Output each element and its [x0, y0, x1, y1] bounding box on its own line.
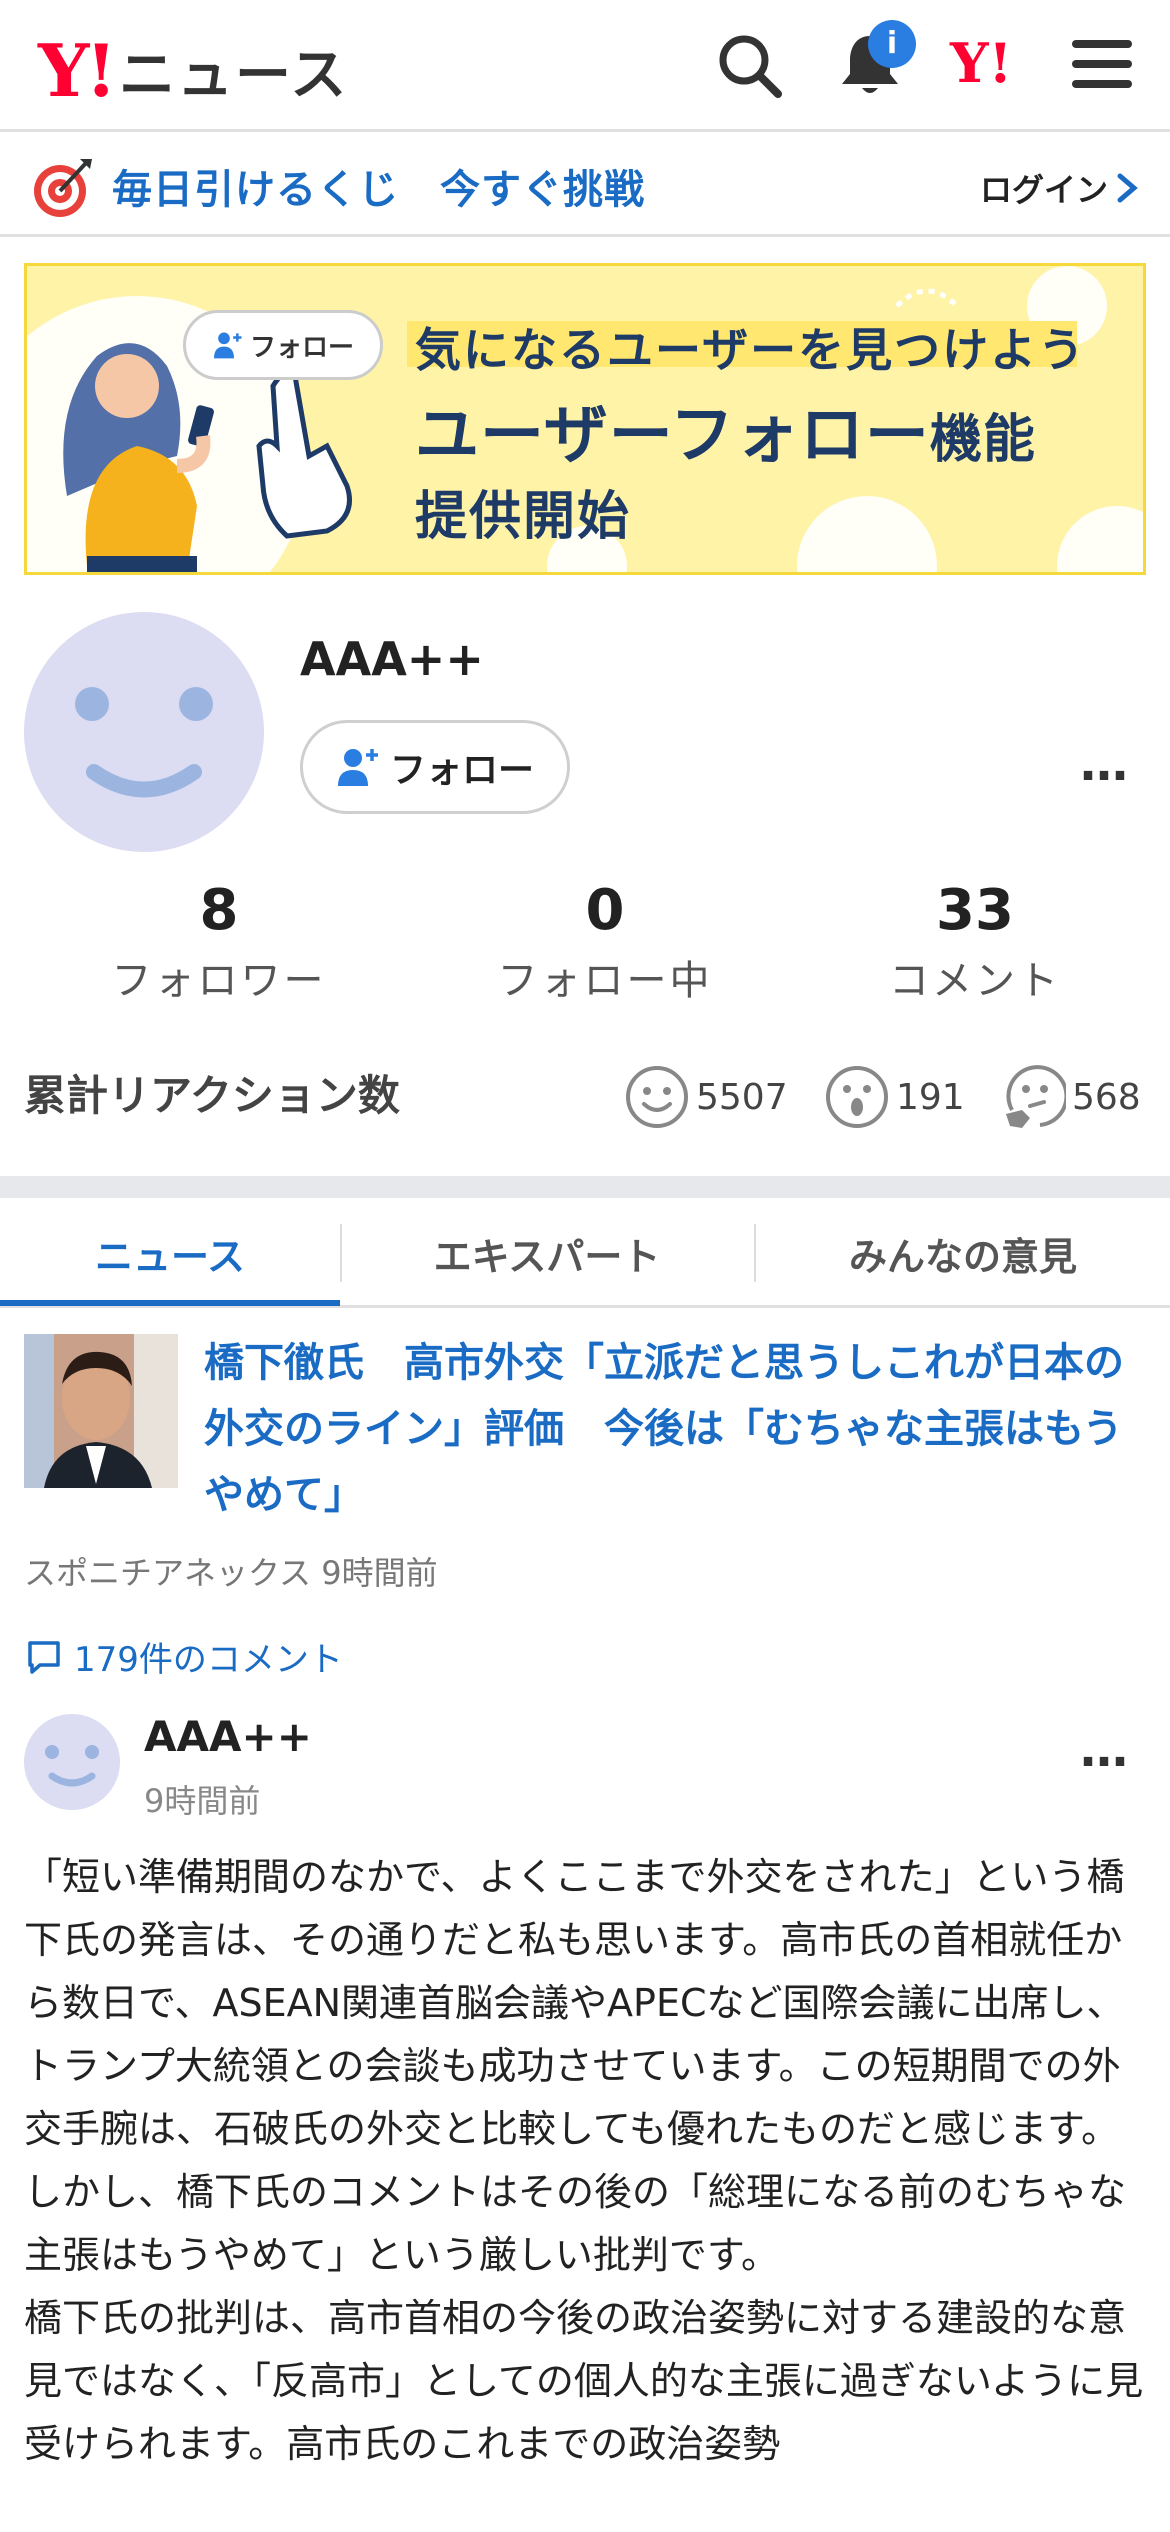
menu-icon[interactable]	[1066, 28, 1142, 104]
chevron-right-icon	[1117, 173, 1138, 203]
surprised-face-icon	[826, 1066, 888, 1128]
banner-pill-label: フォロー	[249, 332, 354, 363]
stat-following-value: 0	[585, 878, 625, 943]
article-title-link[interactable]: 橋下徹氏 高市外交「立派だと思うしこれが日本の外交のライン」評価 今後は「むちゃ…	[204, 1330, 1154, 1528]
tab-bar: ニュース エキスパート みんなの意見	[0, 1198, 1170, 1308]
reactions-title: 累計リアクション数	[24, 1071, 400, 1120]
commenter-name[interactable]: AAA++	[144, 1712, 312, 1761]
comment-bubble-icon	[28, 1640, 60, 1674]
tab-news[interactable]: ニュース	[0, 1198, 340, 1308]
reaction-thinking: 568	[1000, 1062, 1141, 1132]
article-source: スポニチアネックス	[24, 1554, 312, 1592]
active-tab-indicator	[0, 1300, 340, 1306]
reaction-surprised: 191	[824, 1062, 965, 1132]
logo-mark: Y!	[38, 27, 117, 113]
add-user-icon	[213, 332, 242, 359]
smile-face-icon	[626, 1066, 688, 1128]
article-thumbnail[interactable]	[24, 1334, 178, 1488]
reaction-thinking-count: 568	[1072, 1076, 1141, 1118]
stat-comments-label: コメント	[889, 957, 1061, 1004]
stat-following[interactable]: 0 フォロー中	[480, 880, 730, 1006]
stat-comments-value: 33	[936, 878, 1014, 943]
commenter-avatar	[24, 1714, 120, 1810]
section-divider	[0, 1176, 1170, 1198]
reaction-surprised-count: 191	[896, 1076, 965, 1118]
stat-comments[interactable]: 33 コメント	[860, 880, 1090, 1006]
app-header: Y! ニュース i Y!	[0, 0, 1170, 132]
yahoo-news-logo[interactable]: Y! ニュース	[38, 30, 348, 111]
target-icon	[34, 159, 92, 217]
banner-headline: 気になるユーザーを見つけよう	[415, 323, 1087, 377]
comment-body: 「短い準備期間のなかで、よくここまで外交をされた」という橋下氏の発言は、その通り…	[24, 1855, 1144, 2466]
search-icon[interactable]	[712, 28, 788, 104]
comment-more-menu[interactable]: …	[1080, 1722, 1132, 1778]
article-meta: スポニチアネックス 9時間前	[24, 1548, 438, 1594]
yahoo-japan-icon[interactable]: Y!	[950, 36, 1012, 90]
banner-feature-suffix: 機能	[929, 410, 1036, 470]
user-follow-banner[interactable]: フォロー 気になるユーザーを見つけよう ユーザーフォロー機能 提供開始	[24, 263, 1146, 575]
reaction-smile: 5507	[624, 1062, 788, 1132]
login-label: ログイン	[979, 171, 1108, 209]
comment-count-label: 179件のコメント	[74, 1640, 343, 1680]
logo-text: ニュース	[119, 43, 349, 108]
article-time: 9時間前	[321, 1554, 438, 1592]
stat-followers[interactable]: 8 フォロワー	[104, 880, 334, 1006]
stat-followers-label: フォロワー	[111, 957, 327, 1004]
banner-launch-text: 提供開始	[415, 487, 632, 547]
follow-button-label: フォロー	[389, 750, 534, 791]
profile-username: AAA++	[300, 632, 484, 686]
reaction-smile-count: 5507	[696, 1076, 788, 1118]
tab-opinions[interactable]: みんなの意見	[756, 1198, 1170, 1308]
tab-expert[interactable]: エキスパート	[342, 1198, 752, 1308]
notification-badge: i	[868, 20, 916, 68]
article-comments-link[interactable]: 179件のコメント	[24, 1632, 343, 1681]
login-link[interactable]: ログイン	[980, 165, 1140, 211]
follow-button[interactable]: フォロー	[300, 720, 570, 814]
stat-following-label: フォロー中	[497, 957, 713, 1004]
stat-followers-value: 8	[199, 878, 239, 943]
banner-feature-title: ユーザーフォロー機能	[415, 384, 1036, 476]
banner-follow-pill: フォロー	[183, 310, 383, 380]
banner-feature-main: ユーザーフォロー	[415, 399, 930, 473]
profile-more-menu[interactable]: …	[1080, 736, 1132, 792]
lottery-link[interactable]: 毎日引けるくじ 今すぐ挑戦	[112, 157, 645, 215]
thinking-face-icon	[1006, 1065, 1066, 1128]
add-user-icon	[337, 749, 378, 786]
comment-time: 9時間前	[144, 1782, 261, 1820]
profile-avatar	[24, 612, 264, 852]
daily-lottery-bar: 毎日引けるくじ 今すぐ挑戦 ログイン	[0, 135, 1170, 237]
